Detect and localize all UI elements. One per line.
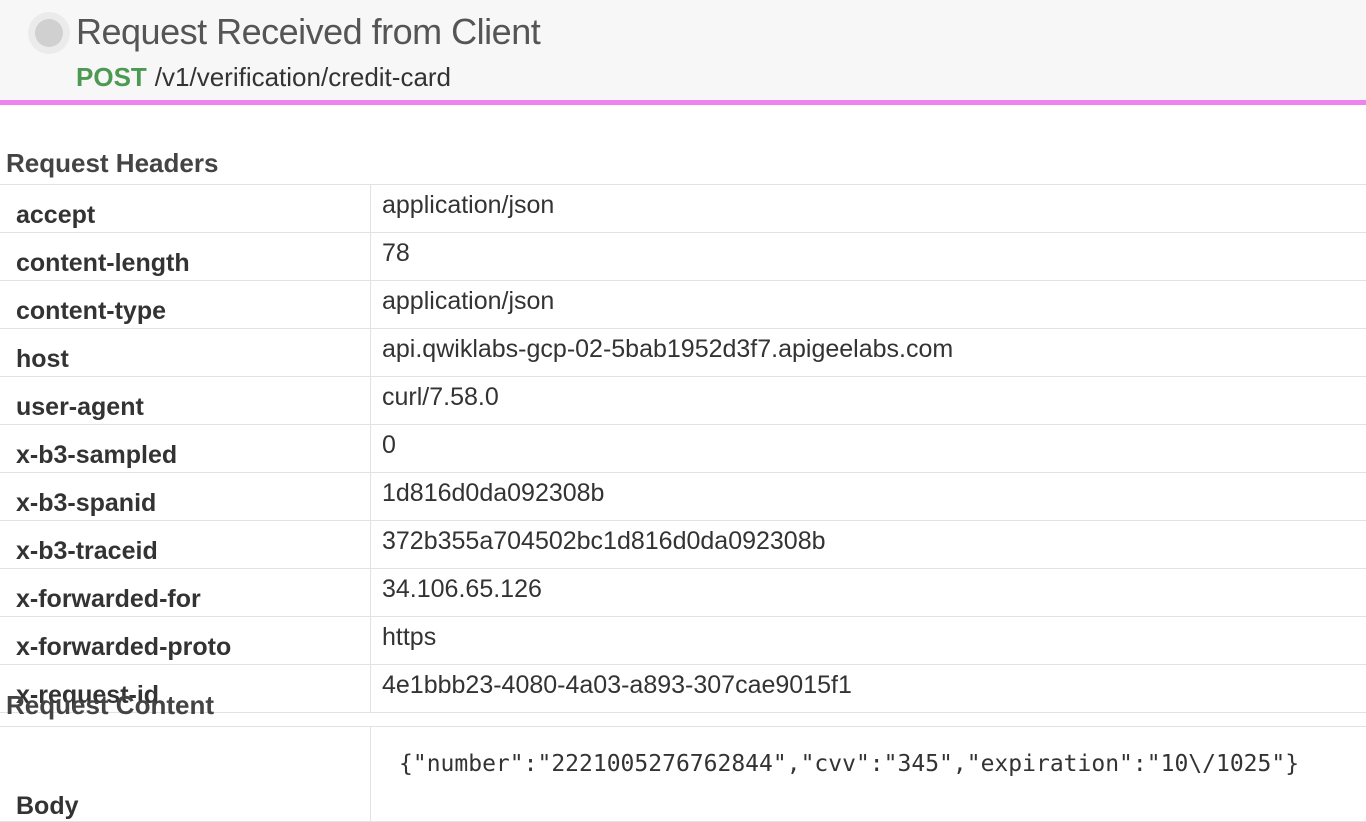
header-value: api.qwiklabs-gcp-02-5bab1952d3f7.apigeel…: [371, 329, 1366, 377]
table-row: user-agentcurl/7.58.0: [0, 377, 1366, 425]
header-key: x-b3-spanid: [0, 473, 371, 521]
header-key: x-forwarded-proto: [0, 617, 371, 665]
request-content-table: Body {"number":"2221005276762844","cvv":…: [0, 726, 1366, 822]
table-row: content-typeapplication/json: [0, 281, 1366, 329]
header-key: content-type: [0, 281, 371, 329]
header-value: application/json: [371, 185, 1366, 233]
request-path: /v1/verification/credit-card: [155, 62, 451, 92]
header-key: host: [0, 329, 371, 377]
http-method: POST: [76, 62, 147, 92]
body-label: Body: [0, 727, 371, 822]
header-key: x-b3-sampled: [0, 425, 371, 473]
header-value: 1d816d0da092308b: [371, 473, 1366, 521]
request-line: POST/v1/verification/credit-card: [76, 62, 451, 93]
header-value: curl/7.58.0: [371, 377, 1366, 425]
request-headers-table: acceptapplication/jsoncontent-length78co…: [0, 184, 1366, 713]
header-value: 34.106.65.126: [371, 569, 1366, 617]
trace-header: Request Received from Client POST/v1/ver…: [0, 0, 1366, 105]
header-key: x-forwarded-for: [0, 569, 371, 617]
header-value: 372b355a704502bc1d816d0da092308b: [371, 521, 1366, 569]
header-value: 78: [371, 233, 1366, 281]
table-row: Body {"number":"2221005276762844","cvv":…: [0, 727, 1366, 822]
header-value: https: [371, 617, 1366, 665]
page-title: Request Received from Client: [76, 11, 540, 53]
header-key: x-b3-traceid: [0, 521, 371, 569]
table-row: hostapi.qwiklabs-gcp-02-5bab1952d3f7.api…: [0, 329, 1366, 377]
table-row: x-b3-spanid1d816d0da092308b: [0, 473, 1366, 521]
request-content-title: Request Content: [6, 690, 214, 721]
table-row: x-forwarded-for34.106.65.126: [0, 569, 1366, 617]
table-row: acceptapplication/json: [0, 185, 1366, 233]
body-value: {"number":"2221005276762844","cvv":"345"…: [371, 727, 1366, 822]
request-headers-title: Request Headers: [6, 148, 218, 179]
header-value: 0: [371, 425, 1366, 473]
table-row: x-forwarded-protohttps: [0, 617, 1366, 665]
header-value: 4e1bbb23-4080-4a03-a893-307cae9015f1: [371, 665, 1366, 713]
header-value: application/json: [371, 281, 1366, 329]
header-key: user-agent: [0, 377, 371, 425]
status-circle-icon: [28, 12, 70, 54]
table-row: content-length78: [0, 233, 1366, 281]
table-row: x-b3-traceid372b355a704502bc1d816d0da092…: [0, 521, 1366, 569]
table-row: x-b3-sampled0: [0, 425, 1366, 473]
header-key: accept: [0, 185, 371, 233]
header-key: content-length: [0, 233, 371, 281]
